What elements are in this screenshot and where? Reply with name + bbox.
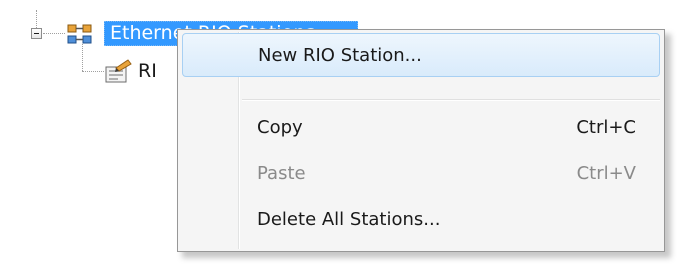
menu-item-label: Delete All Stations... xyxy=(257,209,441,230)
menu-item-label: Copy xyxy=(257,117,303,138)
menu-item-shortcut: Ctrl+C xyxy=(576,117,636,138)
tree-connector-line xyxy=(36,10,37,28)
collapse-minus-icon[interactable] xyxy=(31,28,42,39)
context-menu: New RIO Station... Copy Ctrl+C Paste Ctr… xyxy=(177,29,665,252)
tree-connector-line xyxy=(43,33,65,34)
menu-item-delete-all-stations[interactable]: Delete All Stations... xyxy=(182,198,660,242)
rio-station-icon xyxy=(105,59,132,83)
tree-connector-line xyxy=(82,44,83,71)
menu-item-label: Paste xyxy=(257,163,306,184)
network-icon xyxy=(67,24,92,44)
menu-item-new-rio-station[interactable]: New RIO Station... xyxy=(182,33,660,77)
menu-item-shortcut: Ctrl+V xyxy=(576,163,636,184)
menu-item-label: New RIO Station... xyxy=(258,45,422,66)
menu-separator xyxy=(242,99,660,101)
menu-item-copy[interactable]: Copy Ctrl+C xyxy=(182,106,660,150)
tree-connector-line xyxy=(82,71,104,72)
menu-item-paste: Paste Ctrl+V xyxy=(182,152,660,196)
screen: Ethernet RIO Stations RI New RIO Station… xyxy=(0,0,681,267)
